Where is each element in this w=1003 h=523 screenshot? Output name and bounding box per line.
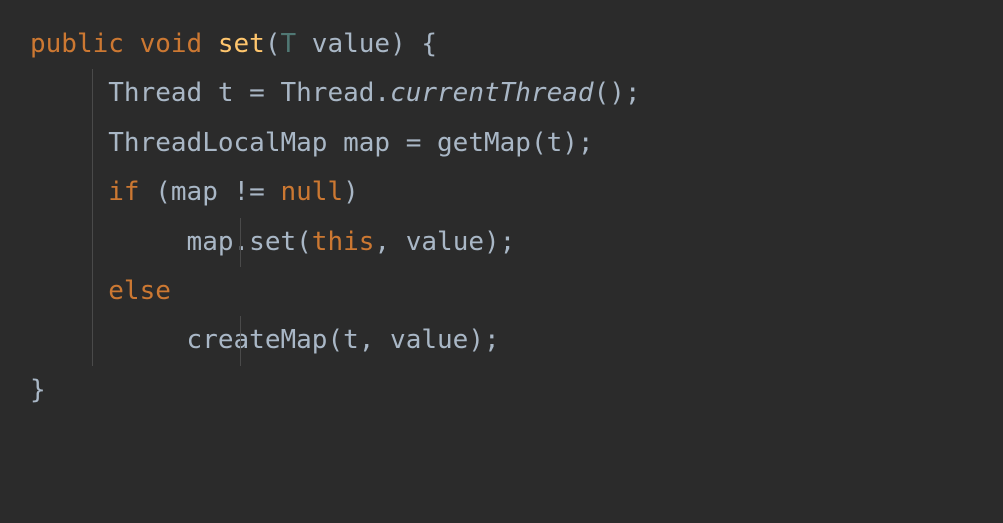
type-threadlocalmap: ThreadLocalMap bbox=[108, 128, 327, 158]
keyword-public: public bbox=[30, 29, 124, 59]
code-line-1: public void set(T value) { bbox=[30, 20, 973, 69]
type-thread-2: Thread bbox=[265, 78, 375, 108]
args: (t, value); bbox=[327, 325, 499, 355]
code-line-7: createMap(t, value); bbox=[30, 316, 973, 365]
type-thread: Thread bbox=[108, 78, 202, 108]
code-line-6: else bbox=[30, 267, 973, 316]
code-editor[interactable]: public void set(T value) { Thread t = Th… bbox=[0, 0, 1003, 435]
equals: = bbox=[406, 128, 422, 158]
paren-open: ( bbox=[296, 227, 312, 257]
indent bbox=[30, 78, 108, 108]
var-t: t bbox=[202, 78, 249, 108]
keyword-else: else bbox=[108, 276, 171, 306]
method-createmap: createMap bbox=[187, 325, 328, 355]
indent bbox=[30, 227, 187, 257]
keyword-this: this bbox=[312, 227, 375, 257]
paren-open: ( bbox=[265, 29, 281, 59]
code-line-5: map.set(this, value); bbox=[30, 218, 973, 267]
keyword-void: void bbox=[140, 29, 203, 59]
paren-close-brace: ) { bbox=[390, 29, 437, 59]
keyword-null: null bbox=[280, 177, 343, 207]
param-name: value bbox=[296, 29, 390, 59]
code-line-4: if (map != null) bbox=[30, 168, 973, 217]
var-map: map bbox=[187, 227, 234, 257]
code-line-8: } bbox=[30, 366, 973, 415]
method-name-set: set bbox=[218, 29, 265, 59]
indent bbox=[30, 276, 108, 306]
closing-brace: } bbox=[30, 375, 46, 405]
dot: . bbox=[374, 78, 390, 108]
rest-args: , value); bbox=[374, 227, 515, 257]
indent bbox=[30, 128, 108, 158]
var-map: map bbox=[327, 128, 405, 158]
condition-close: ) bbox=[343, 177, 359, 207]
condition-open: (map != bbox=[140, 177, 281, 207]
args: (t); bbox=[531, 128, 594, 158]
type-param: T bbox=[280, 29, 296, 59]
code-line-3: ThreadLocalMap map = getMap(t); bbox=[30, 119, 973, 168]
method-currentthread: currentThread bbox=[390, 78, 594, 108]
indent bbox=[30, 177, 108, 207]
code-line-2: Thread t = Thread.currentThread(); bbox=[30, 69, 973, 118]
dot: . bbox=[234, 227, 250, 257]
call-end: (); bbox=[594, 78, 641, 108]
method-set: set bbox=[249, 227, 296, 257]
indent bbox=[30, 325, 187, 355]
equals: = bbox=[249, 78, 265, 108]
keyword-if: if bbox=[108, 177, 139, 207]
method-getmap: getMap bbox=[421, 128, 531, 158]
